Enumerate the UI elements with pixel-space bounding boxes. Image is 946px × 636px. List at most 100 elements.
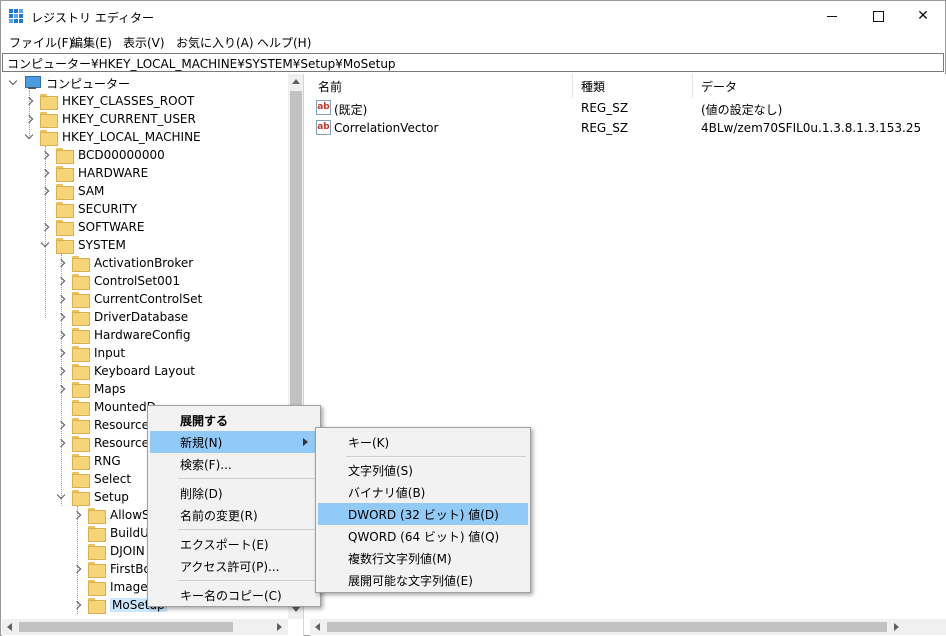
tree-item-resourcemanager[interactable]: ResourceM [56,416,159,434]
chevron-right-icon[interactable] [56,258,66,268]
tree-item-maps[interactable]: Maps [56,380,126,398]
menu-file[interactable]: ファイル(F) [9,34,73,51]
chevron-right-icon[interactable] [56,384,66,394]
menu-item-new-key[interactable]: キー(K) [318,431,528,453]
scroll-thumb[interactable] [327,622,887,632]
chevron-right-icon[interactable] [24,96,34,106]
chevron-down-icon[interactable] [8,78,18,88]
menu-item-qword-value[interactable]: QWORD (64 ビット) 値(Q) [318,525,528,547]
tree-item-hardwareconfig[interactable]: HardwareConfig [56,326,190,344]
tree-item-setup[interactable]: Setup [56,488,129,506]
tree-item-resourcepolicy[interactable]: ResourceP [56,434,156,452]
tree-item-controlset001[interactable]: ControlSet001 [56,272,180,290]
tree-item-rng[interactable]: RNG [56,452,121,470]
close-icon: ✕ [917,8,929,24]
chevron-right-icon[interactable] [40,168,50,178]
close-button[interactable]: ✕ [900,1,946,31]
chevron-down-icon[interactable] [24,132,34,142]
tree-item-keyboardlayout[interactable]: Keyboard Layout [56,362,195,380]
tree-item-imageenv[interactable]: Image E [72,578,159,596]
scroll-left-arrow-icon[interactable] [315,623,320,631]
value-row[interactable]: ab (既定) REG_SZ (値の設定なし) [310,98,946,118]
tree-item-select[interactable]: Select [56,470,131,488]
menu-item-expand[interactable]: 展開する [150,409,318,431]
chevron-right-icon[interactable] [40,150,50,160]
chevron-down-icon[interactable] [56,492,66,502]
scroll-thumb[interactable] [290,91,302,411]
tree-item-currentcontrolset[interactable]: CurrentControlSet [56,290,202,308]
chevron-right-icon[interactable] [56,366,66,376]
chevron-right-icon[interactable] [72,510,82,520]
tree-item-djoin[interactable]: DJOIN [72,542,145,560]
chevron-right-icon[interactable] [72,600,82,610]
folder-icon [72,328,90,344]
title-bar: レジストリ エディター ✕ [1,1,945,31]
scroll-right-arrow-icon[interactable] [277,623,282,631]
folder-icon [72,382,90,398]
folder-icon [88,508,106,524]
tree-item-system[interactable]: SYSTEM [40,236,126,254]
column-header-type[interactable]: 種類 [573,74,693,98]
chevron-right-icon[interactable] [40,186,50,196]
tree-item-hardware[interactable]: HARDWARE [40,164,148,182]
chevron-right-icon[interactable] [24,114,34,124]
menu-item-copy-key-name[interactable]: キー名のコピー(C) [150,584,318,606]
menu-item-permissions[interactable]: アクセス許可(P)... [150,555,318,577]
menu-item-dword-value[interactable]: DWORD (32 ビット) 値(D) [318,503,528,525]
tree-item-hkcu[interactable]: HKEY_CURRENT_USER [24,110,196,128]
menu-bar: ファイル(F) 編集(E) 表示(V) お気に入り(A) ヘルプ(H) [1,31,945,52]
menu-item-export[interactable]: エクスポート(E) [150,533,318,555]
menu-item-string-value[interactable]: 文字列値(S) [318,459,528,481]
chevron-right-icon[interactable] [56,420,66,430]
column-header-data[interactable]: データ [693,74,946,98]
tree-item-mounteddevices[interactable]: MountedD [56,398,156,416]
menu-help[interactable]: ヘルプ(H) [257,34,311,51]
menu-item-find[interactable]: 検索(F)... [150,453,318,475]
values-horizontal-scrollbar[interactable] [310,619,946,635]
menu-edit[interactable]: 編集(E) [71,34,112,51]
menu-view[interactable]: 表示(V) [123,34,165,51]
tree-item-sam[interactable]: SAM [40,182,104,200]
tree-item-firstboot[interactable]: FirstBoo [72,560,158,578]
menu-item-expandable-string-value[interactable]: 展開可能な文字列値(E) [318,569,528,591]
menu-favorites[interactable]: お気に入り(A) [176,34,254,51]
menu-item-multi-string-value[interactable]: 複数行文字列値(M) [318,547,528,569]
menu-item-rename[interactable]: 名前の変更(R) [150,504,318,526]
scroll-right-arrow-icon[interactable] [894,623,899,631]
chevron-right-icon[interactable] [56,312,66,322]
chevron-down-icon[interactable] [40,240,50,250]
tree-item-hklm[interactable]: HKEY_LOCAL_MACHINE [24,128,201,146]
chevron-right-icon[interactable] [56,438,66,448]
address-bar[interactable]: コンピューター¥HKEY_LOCAL_MACHINE¥SYSTEM¥Setup¥… [2,53,944,72]
tree-horizontal-scrollbar[interactable] [2,619,288,635]
menu-item-new[interactable]: 新規(N) [150,431,318,453]
chevron-right-icon[interactable] [56,348,66,358]
menu-item-delete[interactable]: 削除(D) [150,482,318,504]
folder-icon [40,112,58,128]
tree-item-software[interactable]: SOFTWARE [40,218,144,236]
tree-item-computer[interactable]: コンピューター [8,74,130,92]
maximize-button[interactable] [855,1,901,31]
scroll-down-arrow-icon[interactable] [292,607,300,612]
tree-item-allowstart[interactable]: AllowSt [72,506,154,524]
chevron-right-icon[interactable] [72,564,82,574]
tree-item-bcd[interactable]: BCD00000000 [40,146,165,164]
tree-item-label: SOFTWARE [78,220,145,234]
chevron-right-icon[interactable] [56,330,66,340]
tree-item-hkcr[interactable]: HKEY_CLASSES_ROOT [24,92,194,110]
chevron-right-icon[interactable] [40,222,50,232]
chevron-right-icon[interactable] [56,294,66,304]
value-row[interactable]: ab CorrelationVector REG_SZ 4BLw/zem70SF… [310,118,946,138]
tree-item-security[interactable]: SECURITY [40,200,137,218]
scroll-thumb[interactable] [19,622,233,632]
chevron-right-icon[interactable] [56,276,66,286]
menu-item-binary-value[interactable]: バイナリ値(B) [318,481,528,503]
tree-item-driverdatabase[interactable]: DriverDatabase [56,308,188,326]
tree-item-input[interactable]: Input [56,344,125,362]
minimize-button[interactable] [809,1,855,31]
scroll-up-arrow-icon[interactable] [292,79,300,84]
column-header-name[interactable]: 名前 [310,74,573,98]
tree-item-activationbroker[interactable]: ActivationBroker [56,254,193,272]
tree-item-buildupdate[interactable]: BuildUp [72,524,157,542]
scroll-left-arrow-icon[interactable] [7,623,12,631]
